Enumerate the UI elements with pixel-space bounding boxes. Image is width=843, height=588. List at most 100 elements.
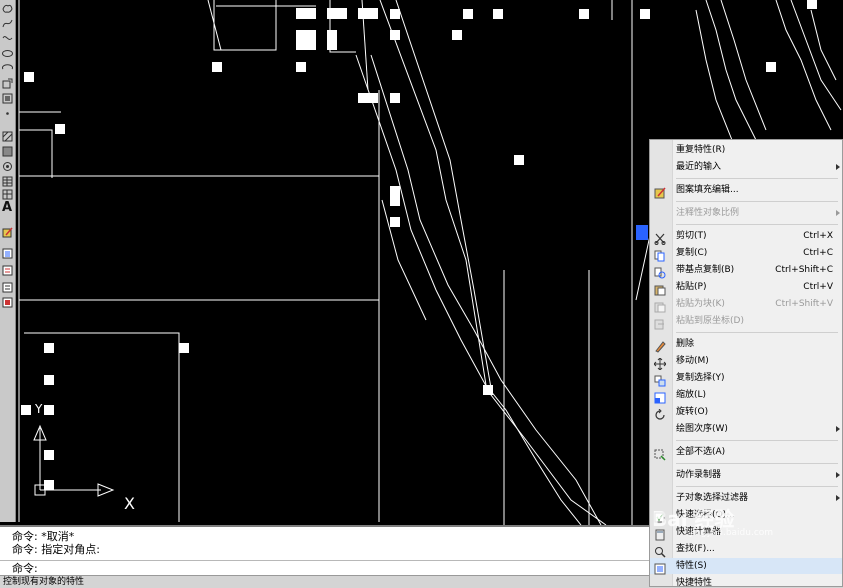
draw-toolbar: A (0, 0, 16, 522)
spline-alt-tool-icon[interactable] (1, 32, 14, 45)
menu-item-label: 删除 (676, 339, 695, 349)
menu-item[interactable]: 绘图次序(W) (650, 421, 842, 437)
menu-item: 粘贴到原坐标(D) (650, 313, 842, 330)
eraser-icon (654, 338, 666, 353)
menu-item[interactable]: 重复特性(R) (650, 142, 842, 158)
submenu-arrow-icon (836, 472, 840, 478)
hatch-tool-icon[interactable] (1, 130, 14, 143)
command-history-line: 命令: 指定对角点: (12, 543, 100, 556)
menu-separator (676, 440, 838, 441)
menu-item-label: 粘贴(P) (676, 282, 707, 292)
hot-grip-marker[interactable] (636, 225, 648, 240)
menu-item-label: 子对象选择过滤器 (676, 493, 749, 503)
gradient-tool-icon[interactable] (1, 145, 14, 158)
multiline-text-tool-icon[interactable]: A (2, 201, 12, 214)
properties-icon (654, 560, 666, 575)
menu-item-label: 移动(M) (676, 356, 709, 366)
menu-separator (676, 178, 838, 179)
menu-item[interactable]: 复制选择(Y) (650, 370, 842, 387)
menu-item-label: 动作录制器 (676, 470, 722, 480)
menu-item[interactable]: 缩放(L) (650, 387, 842, 404)
menu-item[interactable]: 粘贴(P) Ctrl+V (650, 279, 842, 296)
menu-separator (676, 201, 838, 202)
block-editor-tool-icon[interactable] (1, 281, 14, 294)
design-center-tool-icon[interactable] (1, 296, 14, 309)
menu-item-label: 复制选择(Y) (676, 373, 725, 383)
menu-separator (676, 224, 838, 225)
menu-item-label: 带基点复制(B) (676, 265, 735, 275)
menu-item[interactable]: 剪切(T) Ctrl+X (650, 228, 842, 245)
insert-block-tool-icon[interactable] (1, 77, 14, 90)
menu-item-label: 重复特性(R) (676, 145, 726, 155)
make-block-tool-icon[interactable] (1, 92, 14, 105)
status-text: 控制现有对象的特性 (3, 577, 85, 587)
ucs-y-label: Y (34, 402, 43, 416)
ellipse-tool-icon[interactable] (1, 47, 14, 60)
revcloud-tool-icon[interactable] (1, 2, 14, 15)
baidu-watermark-url: jingyan.baidu.com (690, 528, 774, 538)
hatch-edit-icon (654, 184, 666, 199)
region-tool-icon[interactable] (1, 160, 14, 173)
submenu-arrow-icon (836, 426, 840, 432)
menu-item-label: 图案填充编辑... (676, 185, 739, 195)
hatch-edit-tool-icon[interactable] (1, 226, 14, 239)
menu-item-label: 旋转(O) (676, 407, 709, 417)
menu-item-label: 缩放(L) (676, 390, 707, 400)
spline-tool-icon[interactable] (1, 17, 14, 30)
menu-separator (676, 332, 838, 333)
submenu-arrow-icon (836, 210, 840, 216)
menu-item-shortcut: Ctrl+X (803, 231, 833, 241)
menu-item-label: 特性(S) (676, 561, 707, 571)
move-icon (653, 355, 667, 371)
point-tool-icon[interactable] (1, 107, 14, 120)
menu-item-label: 全部不选(A) (676, 447, 726, 457)
properties-tool-icon[interactable] (1, 247, 14, 260)
menu-item[interactable]: 删除 (650, 336, 842, 353)
table-tool-icon[interactable] (1, 175, 14, 188)
menu-item-label: 最近的输入 (676, 162, 722, 172)
paste-block-icon (654, 298, 666, 313)
menu-item[interactable]: 特性(S) (650, 558, 842, 575)
menu-item[interactable]: 移动(M) (650, 353, 842, 371)
paste-orig-icon (654, 315, 666, 330)
menu-item-label: 绘图次序(W) (676, 424, 728, 434)
menu-item[interactable]: 查找(F)... (650, 541, 842, 558)
menu-item-label: 快捷特性 (676, 578, 713, 587)
menu-item[interactable]: 带基点复制(B) Ctrl+Shift+C (650, 262, 842, 279)
menu-item-label: 注释性对象比例 (676, 208, 740, 218)
rotate-icon (654, 406, 666, 420)
copy-select-icon (654, 372, 666, 387)
menu-item: 注释性对象比例 (650, 205, 842, 221)
menu-item[interactable]: 全部不选(A) (650, 444, 842, 461)
menu-item[interactable]: 快捷特性 (650, 575, 842, 587)
scale-icon (654, 389, 666, 404)
menu-item-shortcut: Ctrl+V (803, 282, 833, 292)
deselect-icon (654, 446, 666, 461)
menu-separator (676, 486, 838, 487)
baidu-watermark: Bai 经验 (652, 507, 735, 531)
menu-item[interactable]: 旋转(O) (650, 404, 842, 420)
menu-separator (676, 463, 838, 464)
scissors-icon (654, 230, 666, 245)
submenu-arrow-icon (836, 164, 840, 170)
submenu-arrow-icon (836, 495, 840, 501)
command-prompt: 命令: (12, 562, 38, 575)
menu-item[interactable]: 动作录制器 (650, 467, 842, 483)
ellipse-arc-tool-icon[interactable] (1, 62, 14, 75)
menu-item-label: 剪切(T) (676, 231, 707, 241)
menu-item-shortcut: Ctrl+Shift+V (775, 299, 833, 309)
ucs-x-label: X (124, 494, 135, 513)
paste-icon (654, 281, 666, 296)
layer-tool-icon[interactable] (1, 264, 14, 277)
menu-item-label: 复制(C) (676, 248, 708, 258)
menu-item-label: 粘贴到原坐标(D) (676, 316, 744, 326)
menu-item-label: 粘贴为块(K) (676, 299, 725, 309)
menu-item[interactable]: 图案填充编辑... (650, 182, 842, 199)
menu-item[interactable]: 最近的输入 (650, 159, 842, 175)
copy-base-icon (654, 264, 666, 279)
copy-icon (654, 247, 666, 262)
menu-item-label: 查找(F)... (676, 544, 715, 554)
command-history-line: 命令: *取消* (12, 530, 75, 543)
menu-item[interactable]: 复制(C) Ctrl+C (650, 245, 842, 262)
menu-item[interactable]: 子对象选择过滤器 (650, 490, 842, 506)
